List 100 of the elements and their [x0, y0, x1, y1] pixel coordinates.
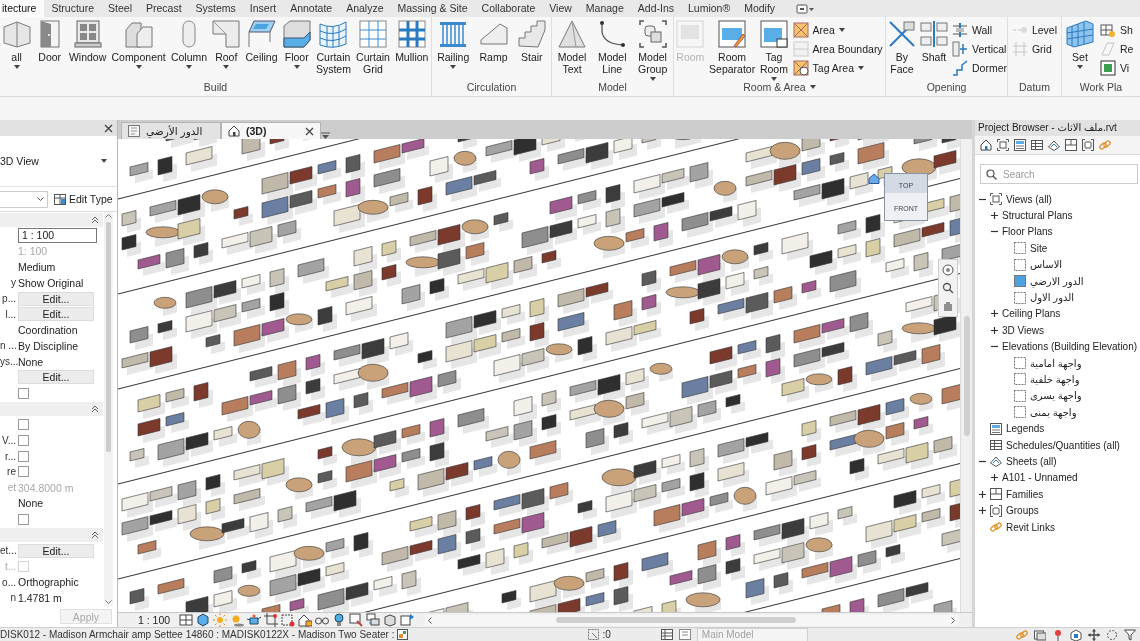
ribbon-tab[interactable]: Steel	[101, 0, 139, 17]
ribbon-tab[interactable]: Lumion®	[681, 0, 738, 17]
scrollbar-thumb[interactable]	[556, 617, 797, 623]
ribbon-tab[interactable]: Systems	[188, 0, 243, 17]
tree-item[interactable]: واجهة خلفية	[1014, 373, 1080, 386]
ribbon-tool-button[interactable]: Shaft	[918, 20, 950, 63]
ribbon-tool-button[interactable]: Component	[109, 20, 168, 72]
move-arrows-icon[interactable]	[1088, 628, 1100, 641]
tree-item[interactable]: 3D Views	[1002, 324, 1045, 336]
checkbox[interactable]	[18, 387, 29, 399]
crop-frame-icon[interactable]	[281, 613, 296, 627]
group-bracket-icon[interactable]	[1082, 139, 1094, 151]
scroll-right-icon[interactable]	[951, 616, 955, 624]
expand-icon[interactable]	[990, 473, 999, 483]
checkbox[interactable]	[18, 513, 29, 525]
crop-icon[interactable]	[264, 613, 279, 627]
ribbon-tool-button[interactable]: By Face	[886, 20, 918, 75]
tree-item[interactable]: Floor Plans	[1002, 226, 1053, 238]
ribbon-tab[interactable]: Massing & Site	[390, 0, 475, 17]
ribbon-tool-button[interactable]: Model Group	[636, 20, 670, 84]
bars-icon[interactable]	[942, 300, 954, 312]
expand-icon[interactable]	[978, 489, 987, 499]
close-icon[interactable]	[104, 123, 113, 133]
ribbon-tool-button[interactable]: Room Separator	[707, 20, 758, 75]
ribbon-tool-button[interactable]: Set	[1064, 20, 1096, 72]
tree-item[interactable]: Elevations (Building Elevation)	[1002, 341, 1138, 353]
tree-item[interactable]: Schedules/Quantities (all)	[990, 439, 1120, 452]
type-selector[interactable]: 3D View	[0, 151, 117, 171]
ribbon-tool-button[interactable]: Ceiling	[243, 20, 280, 63]
view-scale-label[interactable]: 1 : 100	[138, 614, 171, 626]
ribbon-tool-button[interactable]: Window	[66, 20, 109, 63]
ribbon-tool-button[interactable]: Vi	[1098, 59, 1136, 76]
tree-item[interactable]: واجهة يمنى	[1014, 406, 1077, 419]
scrollbar-thumb[interactable]	[106, 222, 111, 452]
lightbulb-icon[interactable]	[332, 613, 347, 627]
tree-item[interactable]: Ceiling Plans	[1002, 308, 1061, 320]
sun-shadow-icon[interactable]	[230, 613, 245, 627]
ribbon-tool-button[interactable]: Model Text	[555, 20, 589, 75]
ribbon-tab[interactable]: itecture	[0, 0, 45, 17]
ribbon-tab[interactable]: Collaborate	[474, 0, 543, 17]
vertical-scrollbar[interactable]	[104, 212, 113, 606]
ribbon-tab[interactable]: Annotate	[283, 0, 340, 17]
ribbon-tab[interactable]: Insert	[242, 0, 284, 17]
tree-item[interactable]: واجهة يسرى	[1014, 389, 1082, 402]
selection-box-icon[interactable]	[588, 629, 600, 640]
ribbon-tool-button[interactable]: Model Line	[595, 20, 629, 75]
pin-icon[interactable]	[1052, 628, 1064, 641]
ribbon-tool-button[interactable]: Mullion	[393, 20, 431, 63]
ribbon-tool-button[interactable]: Door	[33, 20, 66, 63]
table-icon[interactable]	[1031, 139, 1043, 151]
ribbon-tool-button[interactable]: Area	[790, 21, 885, 38]
tree-item[interactable]: Families	[990, 488, 1044, 501]
ribbon-tab[interactable]: Precast	[139, 0, 189, 17]
magnifier-icon[interactable]	[942, 282, 954, 294]
ribbon-tab[interactable]: View	[542, 0, 579, 17]
vertical-scrollbar[interactable]	[960, 139, 972, 612]
ribbon-tab[interactable]: Manage	[578, 0, 631, 17]
ribbon-tool-button[interactable]: Floor	[280, 20, 313, 72]
frame-flag-icon[interactable]	[400, 613, 415, 627]
view-bracket-icon[interactable]	[997, 139, 1009, 151]
tree-item[interactable]: Structural Plans	[1002, 210, 1073, 222]
square-pen-icon[interactable]	[349, 613, 364, 627]
legend-icon[interactable]	[1014, 139, 1026, 151]
expand-icon[interactable]	[990, 211, 999, 221]
home-icon[interactable]	[868, 173, 880, 184]
ribbon-tool-button[interactable]: Sh	[1098, 21, 1136, 38]
ribbon-tool-button[interactable]: Roof	[210, 20, 243, 72]
search-field[interactable]: Search	[980, 164, 1138, 184]
ribbon-tool-button[interactable]: Railing	[435, 20, 472, 72]
split-box-icon[interactable]	[1065, 139, 1077, 151]
tree-item[interactable]: Revit Links	[990, 521, 1055, 533]
tree-item[interactable]: Site	[1014, 242, 1048, 255]
filter-icon[interactable]	[1124, 628, 1136, 641]
tree-item[interactable]: واجهة امامية	[1014, 357, 1082, 370]
ribbon-tab[interactable]: Structure	[44, 0, 102, 17]
pot-icon[interactable]	[247, 613, 262, 627]
scale-field[interactable]: 1 : 100	[18, 228, 97, 244]
ring-dot-icon[interactable]	[942, 264, 954, 276]
document-tab[interactable]: الدور الأرضي	[121, 122, 221, 139]
tree-item[interactable]: الدور الارضي	[1014, 275, 1084, 288]
house-icon[interactable]	[980, 139, 992, 151]
table-icon[interactable]	[660, 629, 673, 640]
layers-icon[interactable]	[366, 613, 381, 627]
expand-icon[interactable]	[990, 309, 999, 319]
edit-button[interactable]: Edit...	[18, 307, 94, 322]
diamond-chevron-icon[interactable]	[1048, 139, 1060, 151]
tree-item[interactable]: الدور الاول	[1014, 291, 1075, 304]
checkbox[interactable]	[18, 450, 29, 462]
list-caret-icon[interactable]	[321, 132, 330, 139]
tree-item[interactable]: الاساس	[1014, 258, 1063, 271]
ribbon-tool-button[interactable]: Stair	[515, 20, 548, 63]
ribbon-tool-button[interactable]: Vertical	[950, 40, 1009, 57]
expand-icon[interactable]	[990, 325, 999, 335]
ribbon-tool-button[interactable]: Curtain System	[313, 20, 353, 75]
scroll-left-icon[interactable]	[428, 616, 433, 624]
ribbon-tab[interactable]: Add-Ins	[630, 0, 681, 17]
ribbon-tool-button[interactable]: Column	[168, 20, 210, 72]
edit-type-button[interactable]: Edit Type	[54, 193, 113, 205]
edit-button[interactable]: Edit...	[18, 370, 94, 385]
checkbox[interactable]	[18, 434, 29, 446]
